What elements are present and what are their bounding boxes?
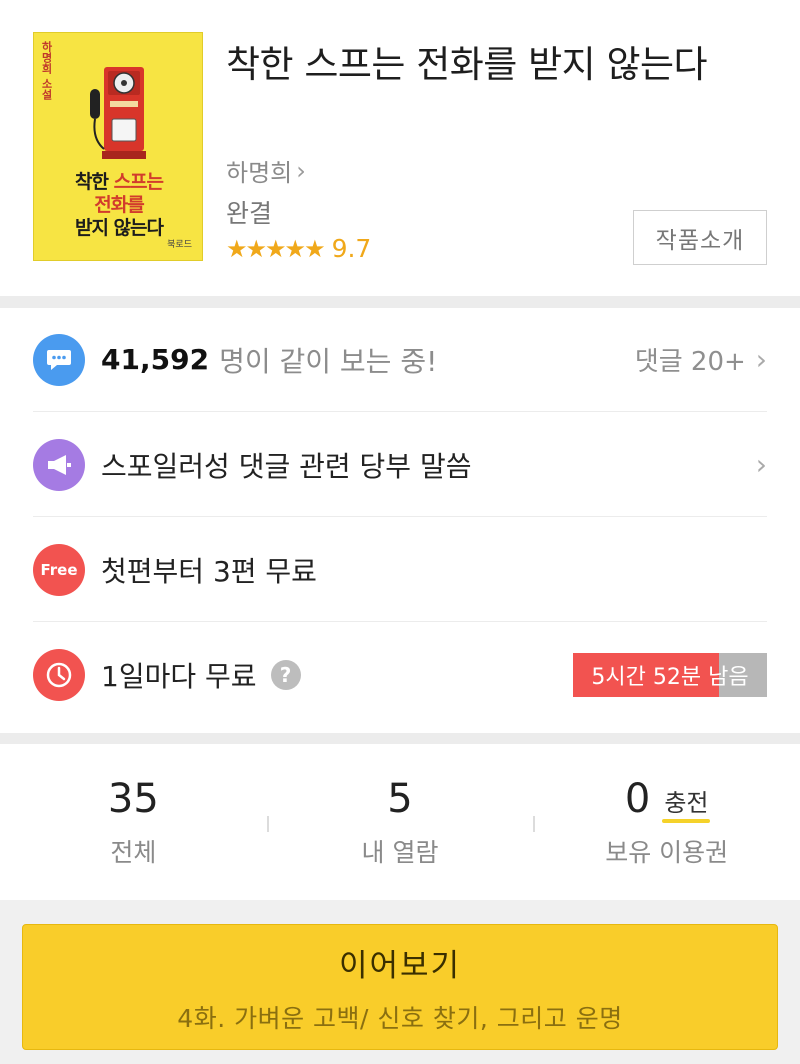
cover-author-label: 하명희 소설 — [40, 41, 53, 100]
series-status: 완결 — [226, 199, 273, 228]
bottom-bar: 이어보기 4화. 가벼운 고백/ 신호 찾기, 그리고 운명 — [0, 900, 800, 1064]
stat-tickets-label: 보유 이용권 — [605, 838, 729, 867]
cover-publisher: 북로드 — [167, 240, 192, 250]
timer-text: 5시간 52분 남음 — [591, 665, 749, 690]
episode-stats: 35 전체 5 내 열람 0 충전 보유 이용권 — [0, 744, 800, 900]
stat-viewed: 5 내 열람 — [266, 744, 534, 900]
charge-button[interactable]: 충전 — [662, 789, 711, 823]
viewers-row[interactable]: 41,592 명이 같이 보는 중! 댓글 20+ › — [33, 308, 767, 412]
notice-text: 스포일러성 댓글 관련 당부 말씀 — [101, 449, 472, 483]
stat-viewed-value: 5 — [387, 776, 413, 822]
section-divider — [0, 296, 800, 308]
telephone-illustration — [90, 67, 146, 159]
section-divider — [0, 733, 800, 744]
chevron-right-icon: › — [755, 343, 767, 376]
continue-label: 이어보기 — [338, 947, 462, 984]
author-name: 하명희 — [226, 159, 293, 187]
stat-total-label: 전체 — [110, 838, 157, 867]
chevron-right-icon: › — [296, 156, 306, 185]
work-introduction-button[interactable]: 작품소개 — [633, 210, 767, 265]
continue-reading-button[interactable]: 이어보기 4화. 가벼운 고백/ 신호 찾기, 그리고 운명 — [22, 924, 778, 1050]
stat-tickets-value: 0 — [624, 776, 651, 822]
daily-free-text: 1일마다 무료 ? — [101, 655, 301, 695]
star-rating-icon: ★★★★★ — [226, 234, 326, 263]
viewers-label: 명이 같이 보는 중! — [219, 344, 438, 378]
stat-viewed-label: 내 열람 — [361, 838, 439, 867]
continue-episode-title: 4화. 가벼운 고백/ 신호 찾기, 그리고 운명 — [177, 1003, 623, 1033]
megaphone-icon — [33, 438, 85, 491]
free-badge-icon: Free — [33, 543, 85, 596]
daily-free-row: 1일마다 무료 ? 5시간 52분 남음 — [33, 623, 767, 727]
rating: ★★★★★ 9.7 — [226, 234, 371, 263]
author-link[interactable]: 하명희 › — [226, 153, 306, 188]
chevron-right-icon: › — [755, 448, 767, 481]
viewer-count: 41,592 — [101, 343, 210, 376]
comments-link[interactable]: 댓글 20+ › — [635, 341, 767, 378]
cover-title-text: 착한 스프는 전화를 받지 않는다 — [74, 171, 164, 239]
free-episodes-row: Free 첫편부터 3편 무료 — [33, 518, 767, 622]
comments-count: 댓글 20+ — [634, 347, 746, 377]
countdown-timer: 5시간 52분 남음 — [573, 653, 767, 697]
viewers-text: 41,592 명이 같이 보는 중! — [101, 340, 437, 380]
book-header: 하명희 소설 착한 스프는 전화를 받지 않는다 북로드 착한 스프는 전화를 … — [0, 0, 800, 296]
free-episodes-text: 첫편부터 3편 무료 — [101, 554, 317, 588]
chat-bubble-icon — [33, 333, 85, 386]
help-icon[interactable]: ? — [270, 660, 301, 690]
clock-icon — [33, 649, 85, 701]
stat-total: 35 전체 — [0, 744, 267, 900]
notice-row[interactable]: 스포일러성 댓글 관련 당부 말씀 › — [33, 413, 767, 517]
stat-tickets: 0 충전 보유 이용권 — [533, 744, 800, 900]
rating-score: 9.7 — [331, 234, 372, 263]
stat-total-value: 35 — [107, 776, 159, 822]
book-title: 착한 스프는 전화를 받지 않는다 — [226, 43, 708, 86]
book-cover-image[interactable]: 하명희 소설 착한 스프는 전화를 받지 않는다 북로드 — [33, 32, 203, 261]
